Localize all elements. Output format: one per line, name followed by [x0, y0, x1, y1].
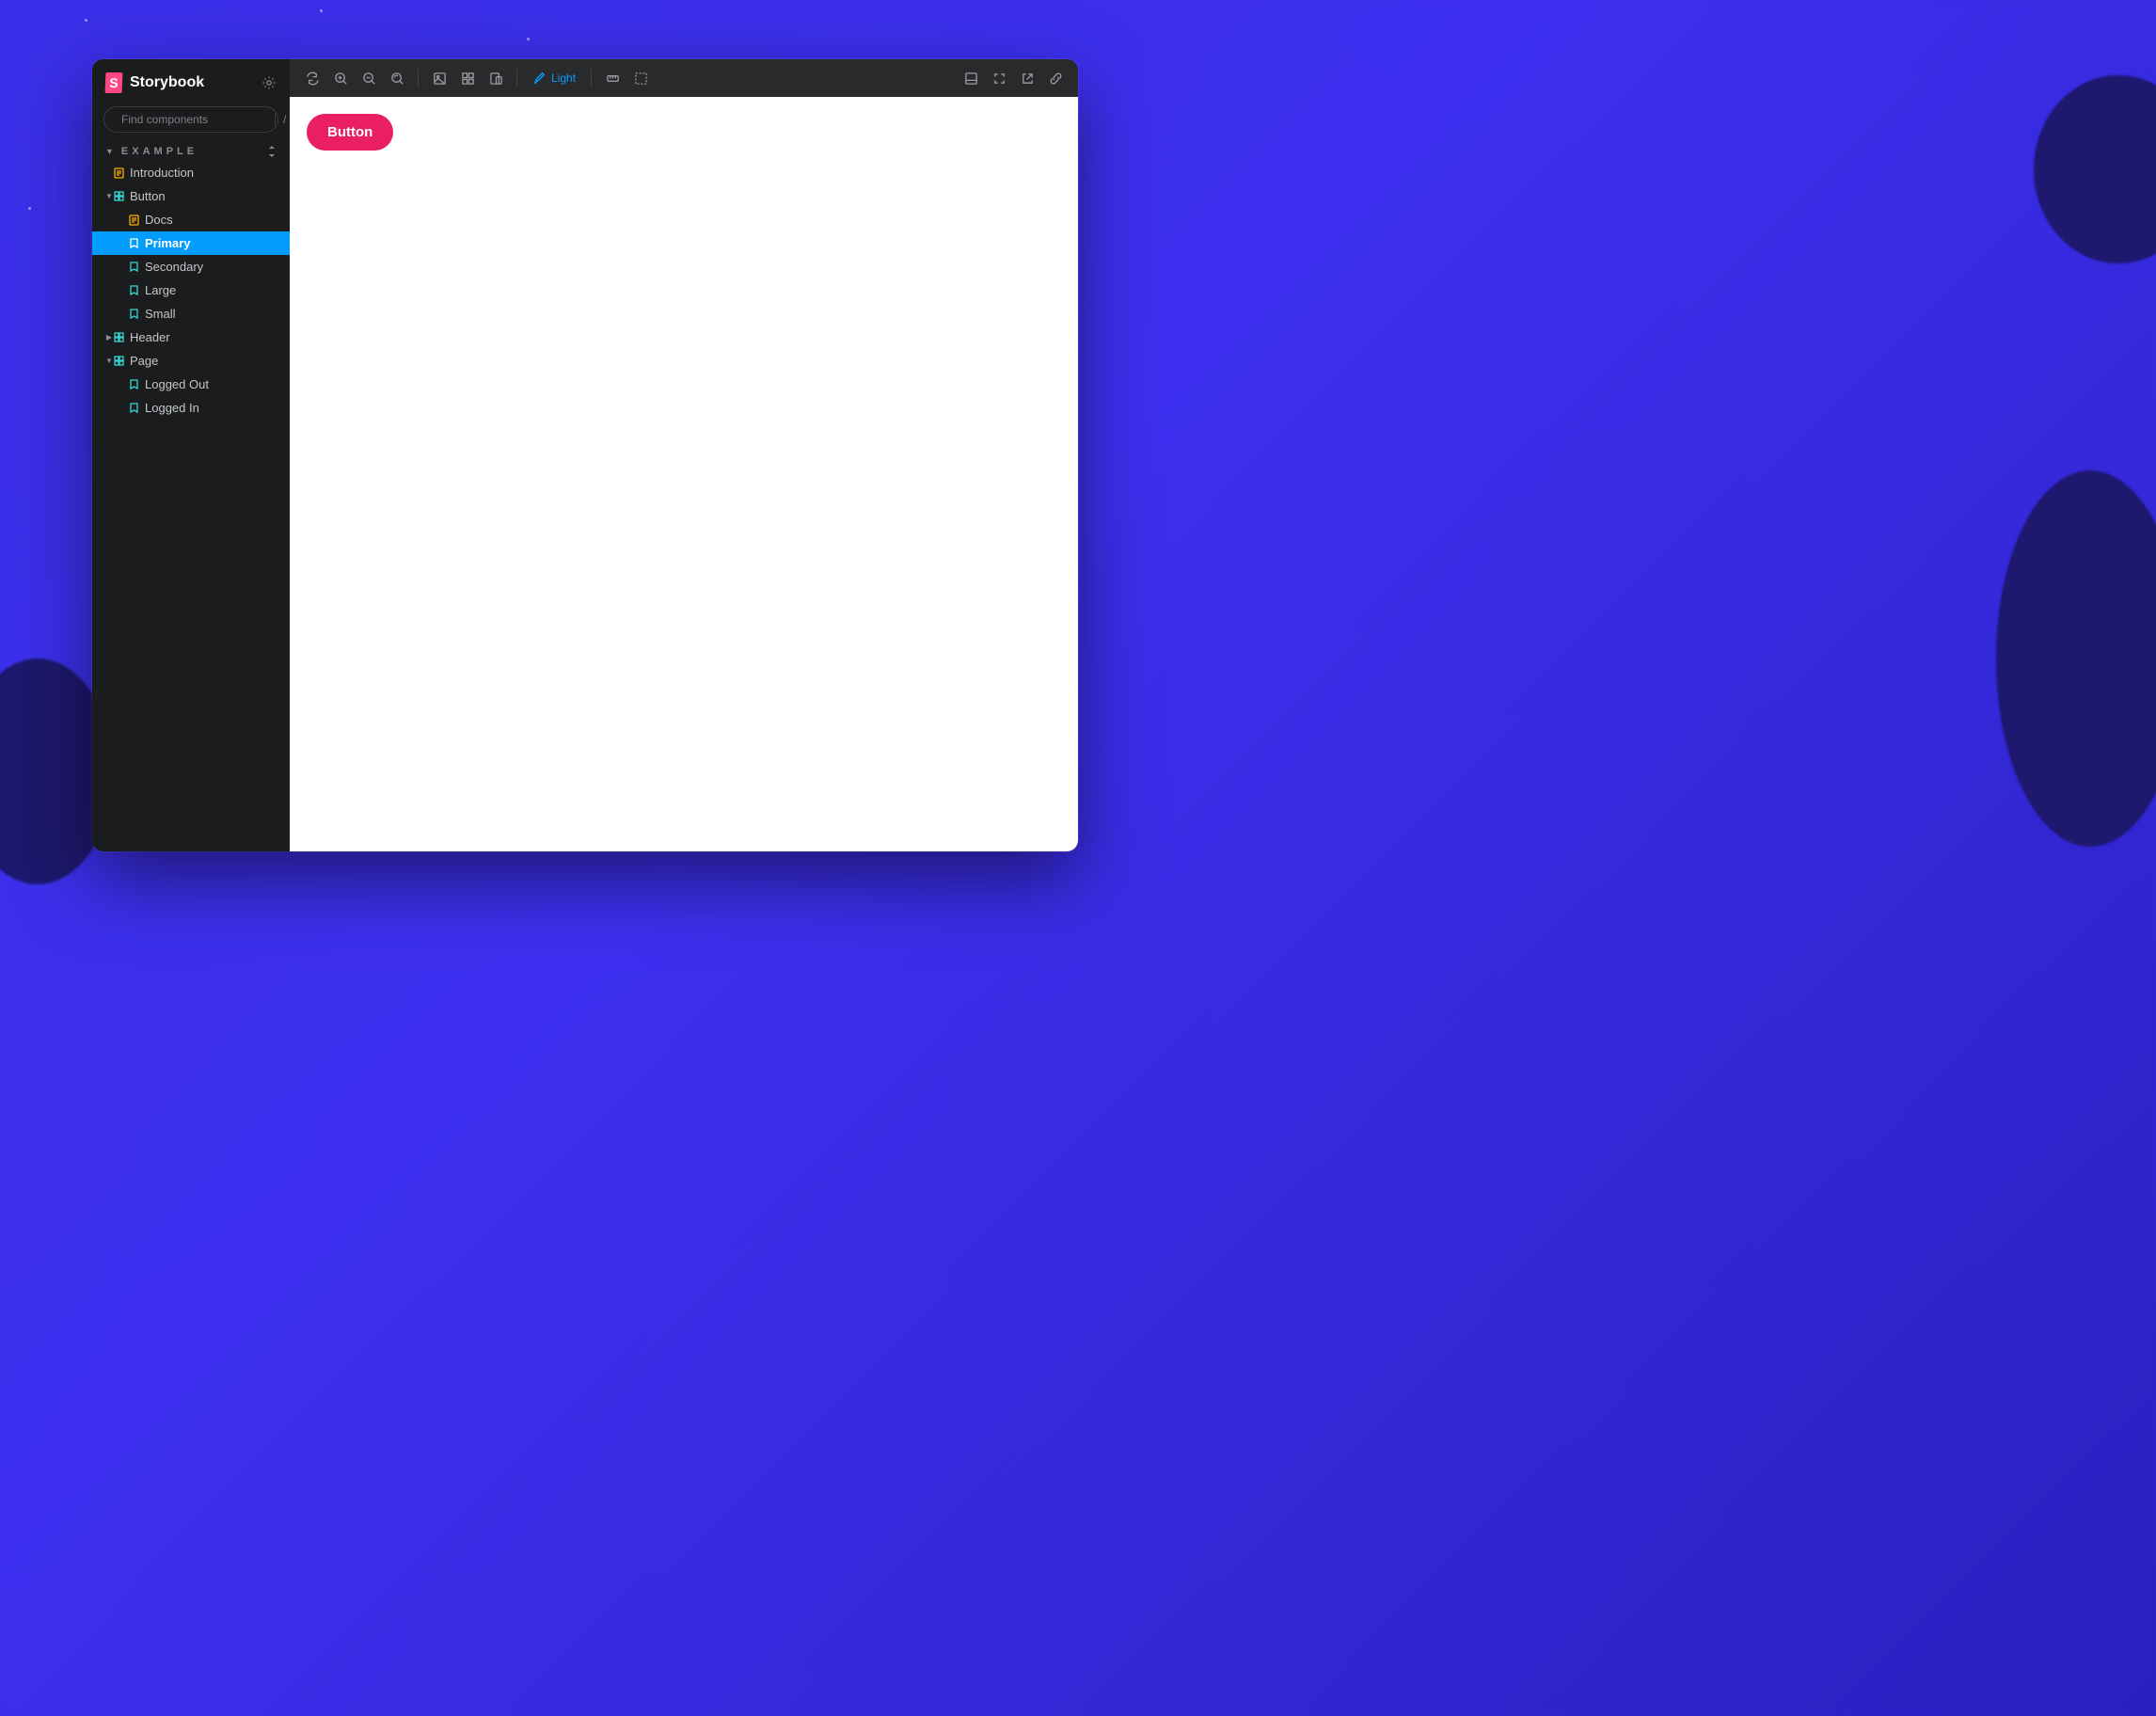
- demo-primary-button[interactable]: Button: [307, 114, 393, 151]
- component-icon: [113, 356, 124, 367]
- toolbar-separator: [591, 69, 592, 87]
- image-icon: [433, 72, 447, 86]
- zoom-in-icon: [334, 72, 348, 86]
- nav-label: Logged Out: [145, 377, 209, 391]
- story-icon: [128, 285, 139, 296]
- sidebar-header: S Storybook: [92, 59, 290, 101]
- nav-label: Introduction: [130, 166, 194, 180]
- nav-label: Header: [130, 330, 170, 344]
- grid-icon: [461, 72, 475, 86]
- search-shortcut: /: [275, 113, 286, 126]
- viewport-button[interactable]: [483, 65, 509, 91]
- nav-item-button-large[interactable]: Large: [92, 278, 290, 302]
- nav-label: Docs: [145, 213, 173, 227]
- fullscreen-icon: [992, 72, 1007, 86]
- nav-item-button-primary[interactable]: Primary: [92, 231, 290, 255]
- toolbar-group-zoom: [299, 65, 410, 91]
- nav-item-button[interactable]: ▼ Button: [92, 184, 290, 208]
- document-icon: [113, 167, 124, 179]
- viewport-icon: [489, 72, 503, 86]
- sync-icon: [306, 72, 320, 86]
- remount-button[interactable]: [299, 65, 325, 91]
- nav-item-page[interactable]: ▼ Page: [92, 349, 290, 373]
- zoom-in-button[interactable]: [327, 65, 354, 91]
- toolbar-separator: [516, 69, 517, 87]
- paintbrush-icon: [532, 72, 546, 85]
- section-sort-button[interactable]: [267, 146, 277, 157]
- zoom-out-button[interactable]: [356, 65, 382, 91]
- caret-down-icon: ▼: [105, 147, 118, 156]
- theme-toggle[interactable]: Light: [525, 65, 583, 91]
- toolbar-group-background: [426, 65, 509, 91]
- ruler-icon: [606, 72, 620, 86]
- caret-down-icon: ▼: [105, 192, 113, 200]
- external-link-icon: [1021, 72, 1035, 86]
- section-header-example[interactable]: ▼EXAMPLE: [92, 142, 290, 161]
- theme-label: Light: [551, 72, 576, 85]
- nav-label: Page: [130, 354, 158, 368]
- sidebar: S Storybook / ▼EXAMPLE: [92, 59, 290, 851]
- toolbar: Light: [290, 59, 1078, 97]
- main-panel: Light: [290, 59, 1078, 851]
- nav-item-introduction[interactable]: Introduction: [92, 161, 290, 184]
- nav-label: Large: [145, 283, 176, 297]
- background-button[interactable]: [426, 65, 452, 91]
- copy-link-button[interactable]: [1042, 65, 1069, 91]
- nav-item-button-secondary[interactable]: Secondary: [92, 255, 290, 278]
- outline-icon: [634, 72, 648, 86]
- link-icon: [1049, 72, 1063, 86]
- nav-label: Secondary: [145, 260, 203, 274]
- nav-label: Button: [130, 189, 166, 203]
- story-icon: [128, 238, 139, 249]
- nav-item-header[interactable]: ▶ Header: [92, 326, 290, 349]
- storybook-window: S Storybook / ▼EXAMPLE: [92, 59, 1078, 851]
- nav-tree: Introduction ▼ Button Docs: [92, 161, 290, 420]
- nav-label: Primary: [145, 236, 190, 250]
- storybook-logo-icon: S: [105, 72, 123, 93]
- grid-button[interactable]: [454, 65, 481, 91]
- sort-icon: [267, 146, 277, 157]
- nav-item-button-small[interactable]: Small: [92, 302, 290, 326]
- caret-right-icon: ▶: [105, 333, 113, 342]
- story-icon: [128, 309, 139, 320]
- toolbar-group-right: [958, 65, 1069, 91]
- document-icon: [128, 214, 139, 226]
- brand-logo[interactable]: S Storybook: [105, 72, 204, 93]
- brand-name: Storybook: [130, 74, 204, 91]
- panel-bottom-icon: [964, 72, 978, 86]
- fullscreen-button[interactable]: [986, 65, 1012, 91]
- zoom-reset-icon: [390, 72, 404, 86]
- addons-toggle-button[interactable]: [958, 65, 984, 91]
- nav-item-button-docs[interactable]: Docs: [92, 208, 290, 231]
- nav-label: Logged In: [145, 401, 199, 415]
- nav-label: Small: [145, 307, 176, 321]
- search-field[interactable]: [121, 113, 267, 126]
- gear-icon: [262, 75, 277, 90]
- zoom-reset-button[interactable]: [384, 65, 410, 91]
- nav-item-page-logged-out[interactable]: Logged Out: [92, 373, 290, 396]
- preview-canvas: Button: [290, 97, 1078, 851]
- component-icon: [113, 191, 124, 202]
- story-icon: [128, 262, 139, 273]
- toolbar-separator: [418, 69, 419, 87]
- story-icon: [128, 379, 139, 390]
- section-label: EXAMPLE: [121, 146, 198, 157]
- settings-button[interactable]: [262, 75, 277, 90]
- open-new-tab-button[interactable]: [1014, 65, 1040, 91]
- zoom-out-icon: [362, 72, 376, 86]
- component-icon: [113, 332, 124, 343]
- outline-button[interactable]: [627, 65, 654, 91]
- measure-button[interactable]: [599, 65, 626, 91]
- story-icon: [128, 403, 139, 414]
- search-input[interactable]: /: [103, 106, 278, 133]
- nav-item-page-logged-in[interactable]: Logged In: [92, 396, 290, 420]
- toolbar-group-measure: [599, 65, 654, 91]
- caret-down-icon: ▼: [105, 357, 113, 365]
